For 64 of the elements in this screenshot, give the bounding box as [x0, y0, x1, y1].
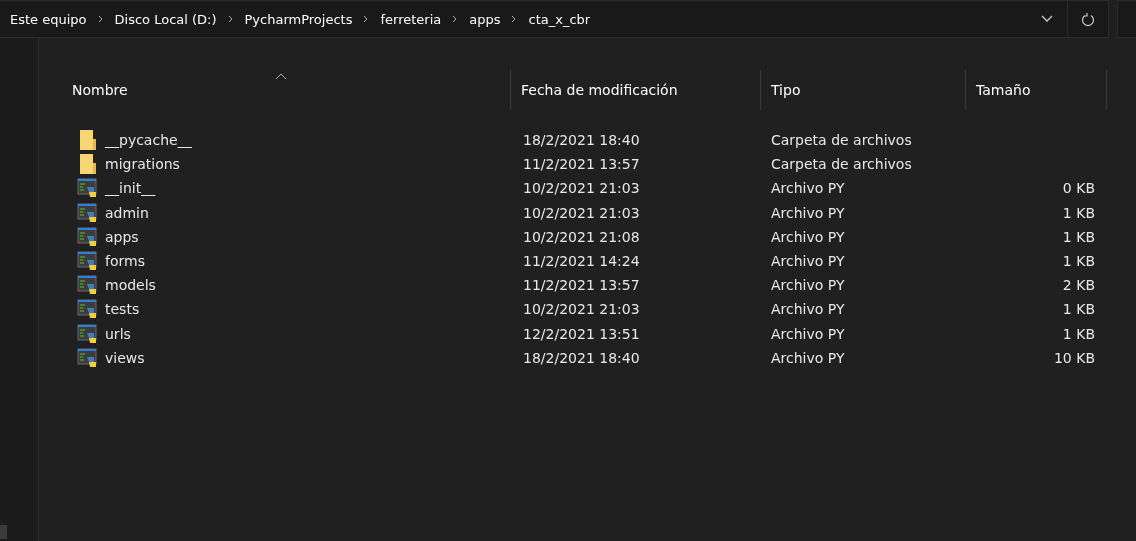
column-header[interactable]: Tipo — [761, 70, 966, 110]
file-type: Archivo PY — [770, 204, 846, 221]
file-size: 1 KB — [1061, 301, 1096, 318]
file-name[interactable]: __pycache__ — [105, 132, 192, 149]
file-name[interactable]: migrations — [105, 156, 180, 173]
python-file-icon — [77, 177, 99, 200]
python-file-icon — [77, 201, 99, 224]
chevron-right-icon — [226, 15, 235, 23]
modified-date: 10/2/2021 21:03 — [522, 204, 641, 221]
chevron-down-icon — [1041, 15, 1053, 23]
file-size: 1 KB — [1061, 228, 1096, 245]
file-name[interactable]: tests — [105, 301, 140, 318]
file-type: Archivo PY — [770, 325, 846, 342]
breadcrumb-item[interactable]: Este equipo — [10, 11, 87, 27]
address-bar[interactable]: Este equipo Disco Local (D:) PycharmProjects ferreteria apps cta_x_cbr — [0, 0, 1109, 38]
file-size: 10 KB — [1052, 349, 1096, 366]
file-name[interactable]: __init__ — [105, 180, 156, 197]
file-name[interactable]: forms — [105, 253, 145, 270]
modified-date: 10/2/2021 21:03 — [522, 301, 641, 318]
file-name[interactable]: admin — [105, 204, 149, 221]
chevron-right-icon — [96, 15, 105, 23]
python-file-icon — [77, 225, 99, 248]
file-size: 1 KB — [1061, 325, 1096, 342]
python-file-icon — [77, 250, 99, 273]
modified-date: 11/2/2021 13:57 — [522, 156, 641, 173]
file-type: Archivo PY — [770, 349, 846, 366]
file-name[interactable]: urls — [105, 325, 131, 342]
file-name[interactable]: apps — [105, 228, 139, 245]
breadcrumb-item[interactable]: cta_x_cbr — [528, 11, 591, 27]
column-header[interactable]: Tamaño — [966, 70, 1107, 110]
breadcrumb-item[interactable]: Disco Local (D:) — [114, 11, 217, 27]
file-type: Carpeta de archivos — [770, 132, 913, 149]
file-name[interactable]: views — [105, 349, 145, 366]
python-file-icon — [77, 322, 99, 345]
modified-date: 11/2/2021 13:57 — [522, 277, 641, 294]
file-name[interactable]: models — [105, 277, 156, 294]
refresh-icon — [1081, 11, 1095, 27]
file-size: 2 KB — [1061, 277, 1096, 294]
python-file-icon — [77, 298, 99, 321]
scrollbar-thumb[interactable] — [0, 525, 7, 539]
python-file-icon — [77, 346, 99, 369]
file-type: Archivo PY — [770, 301, 846, 318]
file-size: 1 KB — [1061, 253, 1096, 270]
modified-date: 11/2/2021 14:24 — [522, 253, 641, 270]
file-size: 0 KB — [1061, 180, 1096, 197]
modified-date: 12/2/2021 13:51 — [522, 325, 641, 342]
folder-icon — [77, 153, 99, 176]
folder-icon — [77, 129, 99, 152]
modified-date: 10/2/2021 21:03 — [522, 180, 641, 197]
breadcrumb-item[interactable]: ferreteria — [380, 11, 442, 27]
file-type: Carpeta de archivos — [770, 156, 913, 173]
column-header[interactable]: Nombre — [39, 70, 511, 110]
modified-date: 18/2/2021 18:40 — [522, 132, 641, 149]
breadcrumb-item[interactable]: PycharmProjects — [244, 11, 353, 27]
file-type: Archivo PY — [770, 180, 846, 197]
file-type: Archivo PY — [770, 253, 846, 270]
file-size: 1 KB — [1061, 204, 1096, 221]
column-header[interactable]: Fecha de modificación — [511, 70, 761, 110]
breadcrumb-item[interactable]: apps — [469, 11, 501, 27]
modified-date: 10/2/2021 21:08 — [522, 228, 641, 245]
file-type: Archivo PY — [770, 277, 846, 294]
python-file-icon — [77, 274, 99, 297]
file-type: Archivo PY — [770, 228, 846, 245]
modified-date: 18/2/2021 18:40 — [522, 349, 641, 366]
